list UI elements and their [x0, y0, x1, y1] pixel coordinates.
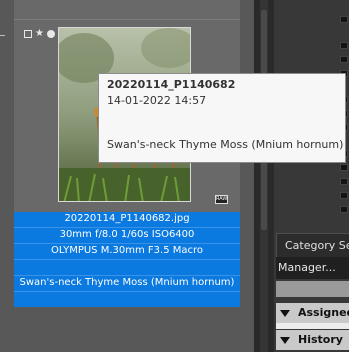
tooltip-caption: Swan's-neck Thyme Moss (Mnium hornum) — [107, 138, 344, 151]
section-assigned[interactable]: Assigned — [276, 303, 349, 323]
caption-label: Swan's-neck Thyme Moss (Mnium hornum) — [19, 277, 235, 288]
panel-toggle[interactable] — [340, 42, 348, 49]
manager-toolbar — [276, 281, 349, 297]
file-name-label: 20220114_P1140682.jpg — [64, 213, 190, 224]
circle-icon[interactable] — [46, 30, 55, 38]
manager-menu[interactable]: Manager... — [276, 257, 349, 279]
raw-file-icon: RAW — [215, 195, 228, 204]
section-label: History — [298, 333, 343, 346]
thumbnail-tooltip: 20220114_P1140682 14-01-2022 14:57 Swan'… — [98, 73, 346, 163]
section-label: Assigned — [298, 306, 349, 319]
card-top-divider — [14, 19, 240, 20]
tab-category-sets[interactable]: Category Se — [276, 233, 349, 257]
panel-toggle[interactable] — [340, 16, 348, 23]
thumbnail-flags: ★ — [24, 29, 55, 39]
chevron-down-icon — [280, 336, 290, 344]
chevron-down-icon — [280, 309, 290, 317]
section-spacer — [276, 323, 349, 329]
info-divider — [14, 259, 240, 260]
panel-toggle[interactable] — [340, 192, 348, 199]
adjacent-card-edge — [0, 35, 5, 36]
star-icon[interactable]: ★ — [35, 29, 44, 39]
thumbnail-info-panel[interactable]: 20220114_P1140682.jpg 30mm f/8.0 1/60s I… — [14, 212, 240, 307]
checkbox-icon[interactable] — [24, 30, 32, 38]
tooltip-title: 20220114_P1140682 — [107, 78, 236, 91]
panel-toggle[interactable] — [340, 178, 348, 185]
section-history[interactable]: History — [276, 330, 349, 350]
exposure-label: 30mm f/8.0 1/60s ISO6400 — [59, 229, 195, 240]
tooltip-date: 14-01-2022 14:57 — [107, 94, 207, 107]
panel-toggle[interactable] — [340, 206, 348, 213]
lens-label: OLYMPUS M.30mm F3.5 Macro — [50, 245, 204, 256]
panel-toggle[interactable] — [340, 164, 348, 171]
panel-toggle[interactable] — [340, 56, 348, 63]
info-divider — [14, 291, 240, 292]
